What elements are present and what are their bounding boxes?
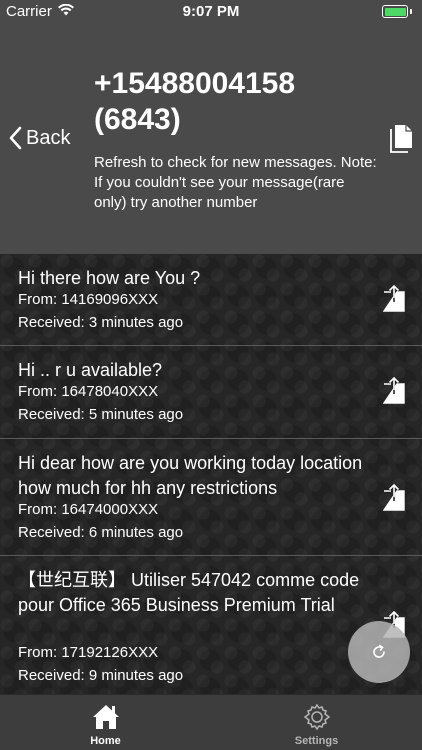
message-text: 【世纪互联】 Utiliser 547042 comme code pour O… — [18, 570, 360, 615]
message-text: Hi .. r u available? — [18, 360, 163, 380]
message-from: From: 14169096XXX — [18, 291, 159, 308]
tab-settings[interactable]: Settings — [211, 695, 422, 750]
tab-bar: Home Settings — [0, 694, 422, 750]
refresh-icon — [373, 644, 385, 658]
share-icon[interactable] — [383, 376, 405, 404]
phone-number: +15488004158 (6843) — [94, 67, 296, 136]
tab-home-label: Home — [90, 735, 121, 747]
message-from: From: 16474000XXX — [18, 501, 159, 518]
message-text: Hi dear how are you working today locati… — [18, 453, 363, 498]
message-received: Received: 9 minutes ago — [18, 667, 184, 684]
message-received: Received: 3 minutes ago — [18, 314, 184, 331]
refresh-button[interactable] — [348, 621, 410, 683]
message-item[interactable]: Hi .. r u available? From: 16478040XXX R… — [0, 346, 422, 439]
message-received: Received: 6 minutes ago — [18, 524, 184, 541]
back-label: Back — [26, 126, 71, 149]
gear-icon — [303, 703, 331, 731]
refresh-note: Refresh to check for new messages. Note:… — [94, 154, 377, 211]
tab-settings-label: Settings — [294, 735, 339, 747]
share-icon[interactable] — [383, 284, 405, 312]
tab-home[interactable]: Home — [0, 695, 211, 750]
message-received: Received: 5 minutes ago — [18, 406, 184, 423]
message-from: From: 16478040XXX — [18, 383, 159, 400]
message-text: Hi there how are You ? — [18, 268, 201, 288]
copy-document-icon[interactable] — [389, 124, 415, 154]
chevron-left-icon — [9, 126, 22, 150]
home-icon — [93, 705, 119, 729]
back-button[interactable]: Back — [8, 124, 70, 152]
share-icon[interactable] — [383, 483, 405, 511]
header: Carrier 9:07 PM Back +15488004158 (6843)… — [0, 0, 422, 254]
battery-icon — [382, 5, 408, 18]
message-item[interactable]: Hi dear how are you working today locati… — [0, 439, 422, 556]
status-bar: Carrier 9:07 PM — [0, 0, 422, 24]
message-item[interactable]: Hi there how are You ? From: 14169096XXX… — [0, 254, 422, 346]
message-from: From: 17192126XXX — [18, 644, 159, 661]
screen: Carrier 9:07 PM Back +15488004158 (6843)… — [0, 0, 422, 750]
battery-nub — [410, 9, 412, 14]
clock: 9:07 PM — [182, 3, 240, 20]
